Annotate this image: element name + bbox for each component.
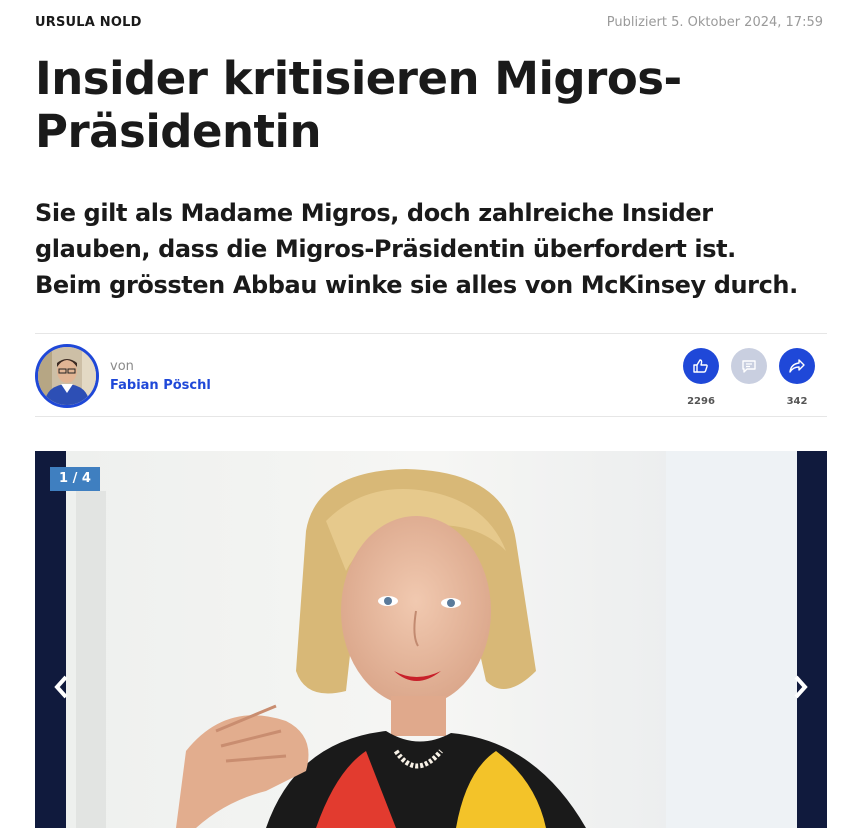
author-avatar[interactable]: [35, 344, 99, 408]
article-page: URSULA NOLD Publiziert 5. Oktober 2024, …: [0, 0, 857, 828]
author-name-link[interactable]: Fabian Pöschl: [110, 378, 211, 394]
chevron-left-icon: [54, 675, 68, 699]
share-action[interactable]: 342: [773, 348, 821, 408]
author-info: von Fabian Pöschl: [110, 359, 211, 394]
article-kicker: URSULA NOLD: [35, 15, 142, 30]
share-icon: [789, 359, 805, 373]
share-button[interactable]: [779, 348, 815, 384]
reaction-count: 2296: [687, 396, 715, 407]
gallery-counter: 1 / 4: [50, 467, 100, 491]
chevron-right-icon: [794, 675, 808, 699]
author-bar: von Fabian Pöschl 2296 342: [35, 333, 827, 417]
article-lead: Sie gilt als Madame Migros, doch zahlrei…: [35, 199, 798, 299]
gallery-prev-button[interactable]: [47, 669, 75, 705]
article-topline: URSULA NOLD Publiziert 5. Oktober 2024, …: [35, 15, 823, 30]
author-by-label: von: [110, 359, 134, 374]
image-gallery[interactable]: 1 / 4: [35, 451, 827, 828]
reaction-button[interactable]: [683, 348, 719, 384]
article-actions: 2296 342: [677, 348, 821, 408]
reaction-action[interactable]: 2296: [677, 348, 725, 408]
avatar-image: [38, 347, 96, 405]
gallery-next-button[interactable]: [787, 669, 815, 705]
comment-action[interactable]: [725, 348, 773, 408]
reaction-icon: [693, 359, 708, 373]
gallery-photo: [66, 451, 797, 828]
comment-button[interactable]: [731, 348, 767, 384]
comment-icon: [742, 360, 756, 373]
article-headline: Insider kritisieren Migros-Präsidentin: [35, 52, 682, 158]
publish-date: Publiziert 5. Oktober 2024, 17:59: [606, 15, 823, 30]
share-count: 342: [786, 396, 808, 407]
